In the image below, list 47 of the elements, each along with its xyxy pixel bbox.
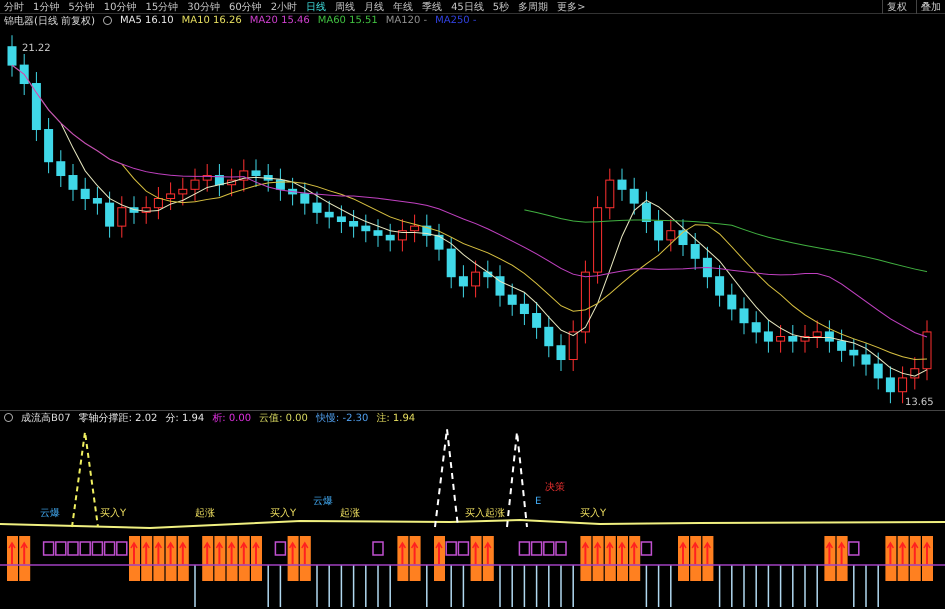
- ma-legend-item: MA250 -: [435, 15, 476, 26]
- signal-label: 云爆: [313, 496, 333, 507]
- signal-label: 买入Y: [100, 508, 126, 519]
- period-tab[interactable]: 5秒: [492, 0, 510, 14]
- period-tab[interactable]: 更多>: [557, 0, 586, 14]
- period-tab[interactable]: 5分钟: [68, 0, 95, 14]
- ma-legend-item: MA10 16.26: [182, 15, 242, 26]
- period-tab[interactable]: 2小时: [270, 0, 298, 14]
- indicator-value: 注: 1.94: [376, 412, 416, 424]
- toolbar-button[interactable]: 复权: [882, 0, 907, 14]
- indicator-name: 成流高B07: [21, 412, 71, 424]
- indicator-value: 析: 0.00: [212, 412, 252, 424]
- ma-legend-item: MA20 15.46: [250, 15, 310, 26]
- signal-label: E: [535, 496, 542, 507]
- circle-icon: [4, 413, 13, 422]
- price-label: 21.22: [22, 43, 51, 54]
- period-tab[interactable]: 日线: [306, 0, 326, 14]
- period-tab[interactable]: 月线: [364, 0, 384, 14]
- ma-legend-item: MA5 16.10: [120, 15, 174, 26]
- indicator-value: 快慢: -2.30: [316, 412, 368, 424]
- period-tab[interactable]: 1分钟: [33, 0, 60, 14]
- price-label: 13.65: [905, 397, 934, 408]
- toolbar-button[interactable]: 叠加: [916, 0, 941, 14]
- signal-label: 买入Y: [580, 508, 606, 519]
- ma-legend-item: MA60 15.51: [318, 15, 378, 26]
- period-tab[interactable]: 45日线: [451, 0, 484, 14]
- period-tab[interactable]: 10分钟: [104, 0, 136, 14]
- indicator-value: 零轴分撑距: 2.02: [78, 412, 158, 424]
- period-tab[interactable]: 季线: [422, 0, 442, 14]
- signal-label: 买入起涨: [465, 508, 505, 519]
- signal-label: 决策: [545, 482, 565, 493]
- period-tab[interactable]: 周线: [335, 0, 356, 14]
- circle-icon: [102, 16, 112, 25]
- signal-label: 云爆: [40, 508, 60, 519]
- indicator-value: 云值: 0.00: [259, 412, 308, 424]
- signal-label: 买入Y: [270, 508, 296, 519]
- period-tab[interactable]: 60分钟: [228, 0, 262, 14]
- signal-label: 起涨: [340, 508, 360, 519]
- ma-legend-item: MA120 -: [386, 15, 428, 26]
- period-tab[interactable]: 分时: [4, 0, 24, 14]
- chart-title: 锦电器(日线 前复权): [4, 14, 95, 28]
- signal-label: 起涨: [195, 508, 215, 519]
- period-tab[interactable]: 15分钟: [145, 0, 178, 14]
- indicator-value: 分: 1.94: [165, 412, 204, 424]
- period-tab[interactable]: 年线: [393, 0, 414, 14]
- period-tab[interactable]: 30分钟: [187, 0, 220, 14]
- period-tab[interactable]: 多周期: [518, 0, 548, 14]
